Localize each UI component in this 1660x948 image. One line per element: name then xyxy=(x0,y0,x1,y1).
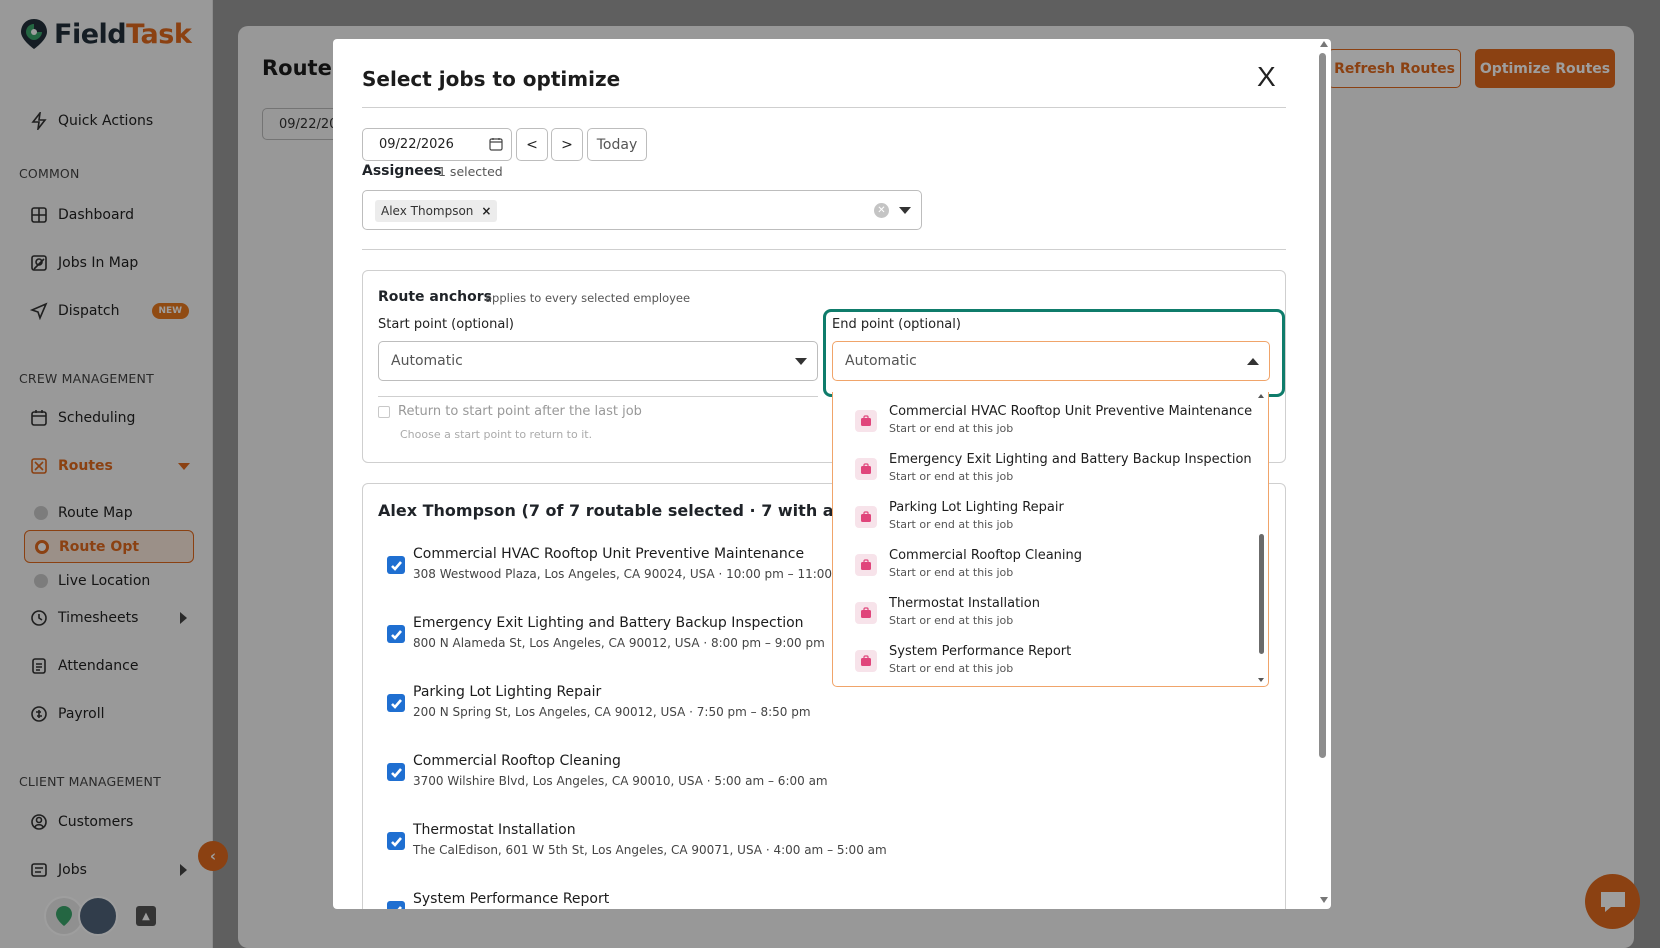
option-name: Commercial HVAC Rooftop Unit Preventive … xyxy=(889,404,1253,419)
briefcase-icon xyxy=(855,506,877,528)
return-hint: Choose a start point to return to it. xyxy=(400,428,593,441)
today-button[interactable]: Today xyxy=(587,128,647,161)
job-name: Commercial HVAC Rooftop Unit Preventive … xyxy=(413,546,805,562)
job-name: Parking Lot Lighting Repair xyxy=(413,684,602,700)
option-subtitle: Start or end at this job xyxy=(889,566,1014,579)
option-name: System Performance Report xyxy=(889,644,1072,659)
job-checkbox[interactable] xyxy=(387,694,405,712)
date-value: 09/22/2026 xyxy=(379,137,454,152)
anchors-title: Route anchors xyxy=(378,289,492,305)
next-day-button[interactable]: > xyxy=(551,128,583,161)
scroll-up-icon[interactable] xyxy=(1320,41,1328,47)
job-checkbox[interactable] xyxy=(387,832,405,850)
chevron-down-icon[interactable] xyxy=(899,207,911,214)
start-point-label: Start point (optional) xyxy=(378,317,515,332)
briefcase-icon xyxy=(855,410,877,432)
option-subtitle: Start or end at this job xyxy=(889,662,1014,675)
option-subtitle: Start or end at this job xyxy=(889,614,1014,627)
check-icon xyxy=(390,767,402,778)
end-point-dropdown: Commercial HVAC Rooftop Unit Preventive … xyxy=(832,392,1269,687)
job-checkbox[interactable] xyxy=(387,556,405,574)
chevron-down-icon xyxy=(795,358,807,365)
job-checkbox[interactable] xyxy=(387,625,405,643)
check-icon xyxy=(390,560,402,571)
scroll-down-icon[interactable] xyxy=(1320,897,1328,903)
divider xyxy=(362,249,1286,250)
briefcase-icon xyxy=(855,458,877,480)
end-point-label: End point (optional) xyxy=(832,317,961,332)
modal-title: Select jobs to optimize xyxy=(362,67,621,91)
return-to-start-option[interactable]: Return to start point after the last job xyxy=(378,404,642,419)
start-point-value: Automatic xyxy=(391,353,463,369)
return-label: Return to start point after the last job xyxy=(398,404,642,419)
option-name: Parking Lot Lighting Repair xyxy=(889,500,1064,515)
job-meta: The CalEdison, 601 W 5th St, Los Angeles… xyxy=(413,843,887,857)
assignee-select[interactable]: Alex Thompson × ✕ xyxy=(362,190,922,230)
assignees-label: Assignees xyxy=(362,163,442,179)
option-subtitle: Start or end at this job xyxy=(889,518,1014,531)
divider xyxy=(378,396,818,397)
modal-scrollbar[interactable] xyxy=(1319,53,1326,758)
chevron-up-icon xyxy=(1247,358,1259,365)
job-name: Emergency Exit Lighting and Battery Back… xyxy=(413,615,804,631)
check-icon xyxy=(396,905,402,909)
option-subtitle: Start or end at this job xyxy=(889,470,1014,483)
option-name: Thermostat Installation xyxy=(889,596,1040,611)
job-meta: 800 N Alameda St, Los Angeles, CA 90012,… xyxy=(413,636,825,650)
close-icon[interactable]: X xyxy=(1257,61,1276,93)
job-name: Thermostat Installation xyxy=(413,822,576,838)
return-checkbox[interactable] xyxy=(378,405,390,418)
end-point-value: Automatic xyxy=(845,353,917,369)
select-jobs-modal: Select jobs to optimize X 09/22/2026 < >… xyxy=(333,39,1331,909)
chip-label: Alex Thompson xyxy=(381,204,474,218)
briefcase-icon xyxy=(855,602,877,624)
anchors-subtitle: applies to every selected employee xyxy=(485,291,691,305)
job-checkbox[interactable] xyxy=(387,763,405,781)
remove-chip-icon[interactable]: × xyxy=(481,204,491,218)
briefcase-icon xyxy=(855,650,877,672)
check-icon xyxy=(390,698,402,709)
option-name: Commercial Rooftop Cleaning xyxy=(889,548,1083,563)
assignee-chip: Alex Thompson × xyxy=(375,200,498,222)
start-point-select[interactable]: Automatic xyxy=(378,341,818,381)
date-input[interactable]: 09/22/2026 xyxy=(362,128,512,161)
option-subtitle: Start or end at this job xyxy=(889,422,1014,435)
end-point-select[interactable]: Automatic xyxy=(832,341,1270,381)
divider xyxy=(362,107,1286,108)
check-icon xyxy=(390,836,402,847)
dropdown-scrollbar[interactable] xyxy=(1259,534,1264,654)
job-name: System Performance Report xyxy=(413,891,610,907)
job-checkbox[interactable] xyxy=(387,901,405,909)
check-icon xyxy=(390,629,402,640)
briefcase-icon xyxy=(855,554,877,576)
option-name: Emergency Exit Lighting and Battery Back… xyxy=(889,452,1252,467)
scroll-up-icon[interactable] xyxy=(1258,394,1264,398)
job-meta: 308 Westwood Plaza, Los Angeles, CA 9002… xyxy=(413,567,856,581)
clear-icon[interactable]: ✕ xyxy=(874,203,889,218)
job-meta: 3700 Wilshire Blvd, Los Angeles, CA 9001… xyxy=(413,774,828,788)
prev-day-button[interactable]: < xyxy=(516,128,548,161)
scroll-down-icon[interactable] xyxy=(1258,678,1264,682)
job-meta: 200 N Spring St, Los Angeles, CA 90012, … xyxy=(413,705,811,719)
calendar-icon[interactable] xyxy=(489,137,503,151)
assignees-count: 1 selected xyxy=(438,164,503,179)
job-name: Commercial Rooftop Cleaning xyxy=(413,753,621,769)
